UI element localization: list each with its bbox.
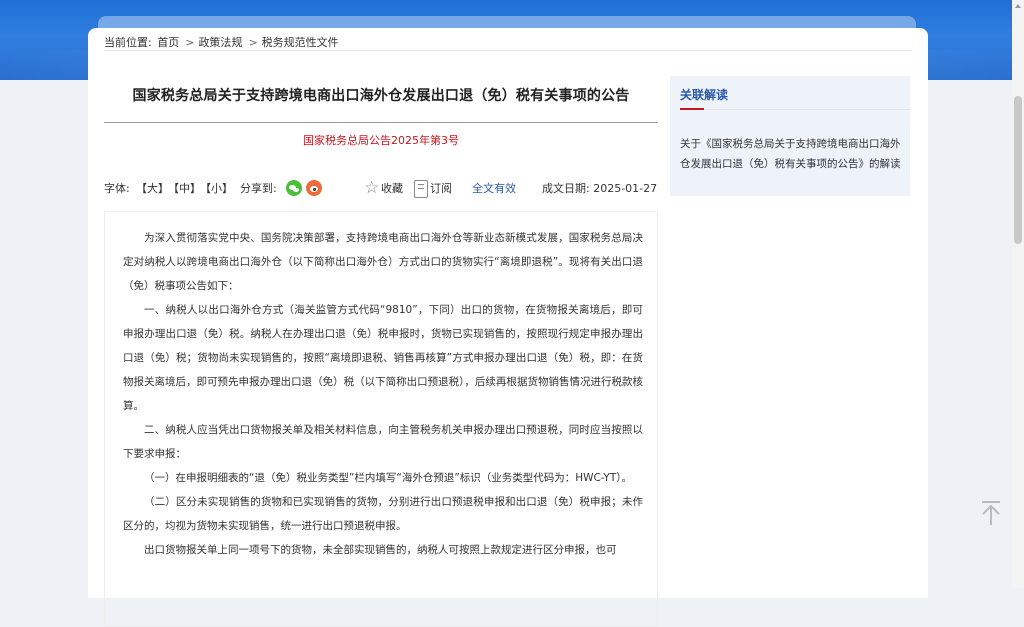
- article-title: 国家税务总局关于支持跨境电商出口海外仓发展出口退（免）税有关事项的公告: [132, 88, 630, 104]
- body-paragraph: 二、纳税人应当凭出口货物报关单及相关材料信息，向主管税务机关申报办理出口预退税，…: [123, 424, 643, 460]
- subscribe-button[interactable]: 订阅: [430, 179, 452, 199]
- scroll-thumb[interactable]: [1014, 96, 1022, 244]
- document-number: 国家税务总局公告2025年第3号: [303, 134, 459, 147]
- body-paragraph: 一、纳税人以出口海外仓方式（海关监管方式代码“9810”，下同）出口的货物，在货…: [123, 304, 643, 412]
- body-paragraph: （二）区分未实现销售的货物和已实现销售的货物，分别进行出口预退税申报和出口退（免…: [123, 496, 643, 532]
- font-size-label: 字体:: [104, 182, 130, 195]
- font-large-button[interactable]: 【大】: [136, 179, 169, 199]
- body-paragraph: （一）在申报明细表的“退（免）税业务类型”栏内填写“海外仓预退”标识（业务类型代…: [144, 472, 632, 484]
- body-paragraph: 为深入贯彻落实党中央、国务院决策部署，支持跨境电商出口海外仓等新业态新模式发展，…: [123, 232, 643, 292]
- page-card: 当前位置: 首页 > 政策法规 > 税务规范性文件 国家税务总局关于支持跨境电商出口海外…: [88, 28, 928, 627]
- article-main: 国家税务总局关于支持跨境电商出口海外仓发展出口退（免）税有关事项的公告 国家税务…: [104, 68, 658, 627]
- star-icon[interactable]: ☆: [364, 178, 379, 198]
- breadcrumb-separator: >: [185, 36, 195, 49]
- body-paragraph: 出口货物报关单上同一项号下的货物，未全部实现销售的，纳税人可按照上款规定进行区分…: [144, 544, 617, 556]
- subscribe-icon[interactable]: [414, 180, 428, 198]
- wechat-icon[interactable]: [286, 180, 302, 196]
- weibo-icon[interactable]: [306, 180, 322, 196]
- article-toolbar: 字体: 【大】 【中】 【小】 分享到: ☆ 收藏 订阅 全文有效 成文日期: …: [104, 178, 658, 201]
- related-title: 关联解读: [680, 88, 729, 102]
- breadcrumb-section-link[interactable]: 政策法规: [198, 36, 242, 49]
- breadcrumb-home-link[interactable]: 首页: [157, 36, 179, 49]
- page-scrollbar[interactable]: [1012, 0, 1024, 588]
- breadcrumb-current-link[interactable]: 税务规范性文件: [262, 36, 339, 49]
- breadcrumb-separator: >: [248, 36, 258, 49]
- breadcrumb-divider: [104, 50, 912, 51]
- related-divider: [680, 109, 910, 110]
- validity-status: 全文有效: [472, 182, 516, 195]
- date-value: 2025-01-27: [593, 182, 658, 195]
- related-panel: 关联解读 关于《国家税务总局关于支持跨境电商出口海外仓发展出口退（免）税有关事项…: [670, 76, 910, 196]
- scroll-up-icon[interactable]: [1015, 4, 1021, 8]
- title-divider: [104, 122, 658, 123]
- publish-date: 成文日期: 2025-01-27: [542, 179, 657, 199]
- share-label: 分享到:: [240, 182, 277, 195]
- font-mid-button[interactable]: 【中】: [168, 179, 201, 199]
- back-to-top-icon[interactable]: [980, 500, 1002, 526]
- favorite-button[interactable]: 收藏: [381, 179, 403, 199]
- font-small-button[interactable]: 【小】: [200, 179, 233, 199]
- related-accent: [680, 108, 704, 110]
- breadcrumb-label: 当前位置:: [104, 36, 152, 49]
- article-body: 为深入贯彻落实党中央、国务院决策部署，支持跨境电商出口海外仓等新业态新模式发展，…: [104, 211, 658, 627]
- related-link[interactable]: 关于《国家税务总局关于支持跨境电商出口海外仓发展出口退（免）税有关事项的公告》的…: [680, 134, 904, 174]
- date-label: 成文日期:: [542, 182, 590, 195]
